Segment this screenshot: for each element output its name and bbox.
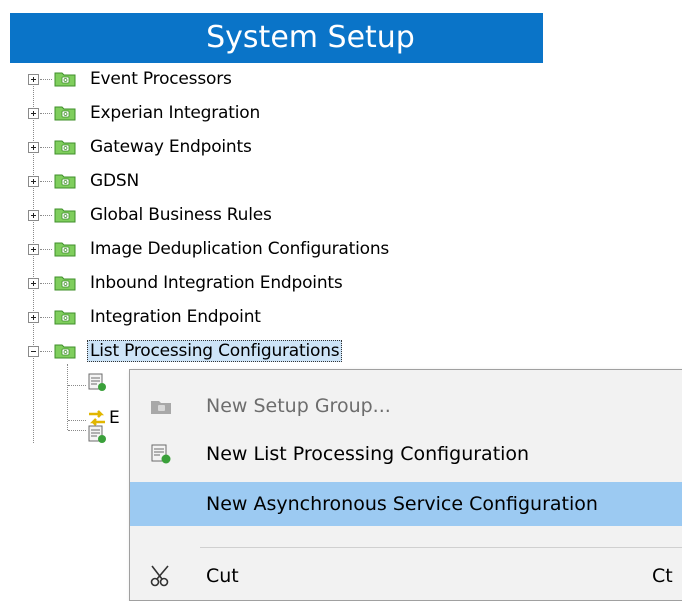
menu-item-new-asynchronous-service-configuration[interactable]: New Asynchronous Service Configuration [130, 482, 682, 526]
tree-connector [68, 430, 86, 431]
tree-connector [40, 215, 52, 216]
expand-toggle[interactable] [28, 278, 39, 289]
menu-shortcut: Ct [652, 565, 673, 587]
tree-connector [40, 317, 52, 318]
folder-icon [54, 208, 76, 223]
folder-icon [54, 106, 76, 121]
tree-connector [40, 283, 52, 284]
tree-connector [68, 420, 86, 421]
expand-toggle[interactable] [28, 176, 39, 187]
folder-icon [54, 140, 76, 155]
expand-toggle[interactable] [28, 74, 39, 85]
tree-item-list-processing-configurations[interactable]: List Processing Configurations [87, 340, 343, 362]
context-menu: New Setup Group... New List Processing C… [129, 369, 682, 601]
expand-toggle[interactable] [28, 244, 39, 255]
tree-item-event-processors[interactable]: Event Processors [90, 68, 232, 90]
folder-icon [54, 276, 76, 291]
tree-item-global-business-rules[interactable]: Global Business Rules [90, 204, 272, 226]
folder-icon [54, 344, 76, 359]
tree-connector [40, 351, 52, 352]
expand-toggle[interactable] [28, 210, 39, 221]
folder-icon [54, 72, 76, 87]
collapse-toggle[interactable] [28, 346, 39, 357]
folder-icon [54, 242, 76, 257]
menu-item-new-list-processing-configuration[interactable]: New List Processing Configuration [130, 432, 682, 476]
folder-icon [151, 401, 171, 414]
expand-toggle[interactable] [28, 142, 39, 153]
tree-child-label[interactable]: E [109, 407, 120, 429]
menu-separator [200, 547, 682, 548]
tree-connector [40, 79, 52, 80]
tree-item-experian-integration[interactable]: Experian Integration [90, 102, 260, 124]
folder-icon [54, 310, 76, 325]
tree-connector [40, 147, 52, 148]
expand-toggle[interactable] [28, 108, 39, 119]
menu-item-cut[interactable]: Cut Ct [130, 554, 682, 598]
tree-connector [68, 385, 86, 386]
expand-toggle[interactable] [28, 312, 39, 323]
tree-item-inbound-integration-endpoints[interactable]: Inbound Integration Endpoints [90, 272, 343, 294]
folder-icon [54, 174, 76, 189]
tree-connector [40, 113, 52, 114]
tree-item-gateway-endpoints[interactable]: Gateway Endpoints [90, 136, 252, 158]
menu-item-new-setup-group[interactable]: New Setup Group... [130, 384, 682, 428]
tree-item-integration-endpoint[interactable]: Integration Endpoint [90, 306, 261, 328]
scissors-icon [150, 565, 169, 587]
tree-connector [40, 249, 52, 250]
tree-item-gdsn[interactable]: GDSN [90, 170, 139, 192]
tree-item-image-deduplication-configurations[interactable]: Image Deduplication Configurations [90, 238, 389, 260]
list-config-icon[interactable] [87, 372, 107, 392]
list-config-icon[interactable] [87, 424, 107, 444]
tree-connector [40, 181, 52, 182]
list-config-icon [151, 444, 171, 464]
tree-connector [33, 358, 34, 443]
